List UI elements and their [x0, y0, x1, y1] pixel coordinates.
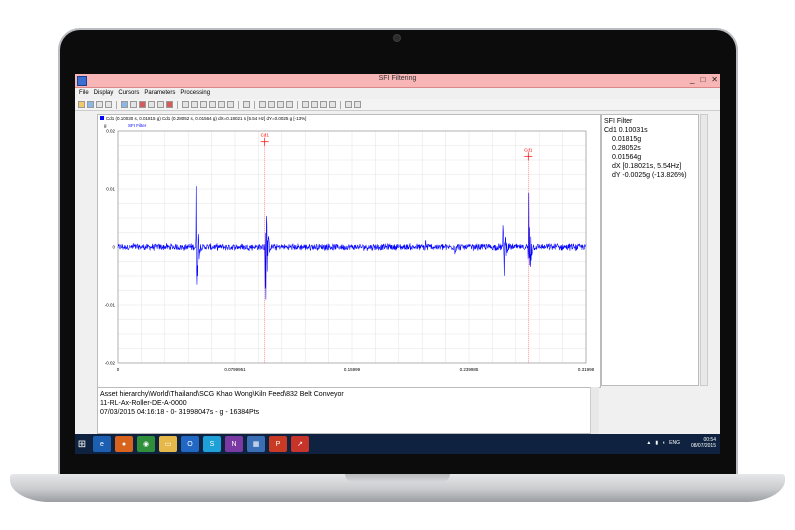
language-indicator[interactable]: ENG	[669, 440, 680, 446]
window-title: SFI Filtering	[378, 75, 417, 82]
x-tick-label: 0.31998	[578, 367, 595, 372]
scale-icon[interactable]	[259, 101, 266, 108]
trend-icon[interactable]	[329, 101, 336, 108]
x-tick-label: 0	[117, 367, 120, 372]
clock[interactable]: 00:54 08/07/2015	[691, 437, 716, 449]
cursor-label: Cd1	[524, 147, 533, 152]
cursor-icon[interactable]	[121, 101, 128, 108]
windows-start-icon[interactable]: ⊞	[75, 434, 89, 454]
minimize-button[interactable]: _	[690, 75, 694, 84]
clock-date: 08/07/2015	[690, 443, 716, 449]
skype-icon[interactable]: S	[203, 436, 221, 452]
screen: SFI Filtering _ □ ✕ File Display Cursors…	[75, 74, 720, 454]
scale-lin-icon[interactable]	[277, 101, 284, 108]
measurement-info: 07/03/2015 04:16:18 - 0- 31998047s - g -…	[100, 409, 260, 416]
explorer-icon[interactable]: ▭	[159, 436, 177, 452]
cursor-label: Cd1	[261, 133, 270, 138]
scale-log-icon[interactable]	[268, 101, 275, 108]
cursor-info-panel: SFI Filter Cd1 0.10031s 0.01815g 0.28052…	[601, 114, 699, 386]
delete-cursor-icon[interactable]	[139, 101, 146, 108]
overlay-icon[interactable]	[302, 101, 309, 108]
menu-cursors[interactable]: Cursors	[118, 90, 139, 96]
menu-bar: File Display Cursors Parameters Processi…	[75, 88, 720, 98]
autoscale-icon[interactable]	[218, 101, 225, 108]
taskbar: ⊞ e ● ◉ ▭ O S N ▦ P ↗ ▲ ▮ ◖ ENG 00:54 08…	[75, 434, 720, 454]
side-title: SFI Filter	[604, 118, 633, 125]
grid-icon[interactable]	[227, 101, 234, 108]
save-icon[interactable]	[87, 101, 94, 108]
app-grid-icon[interactable]: ▦	[247, 436, 265, 452]
units-icon[interactable]	[286, 101, 293, 108]
info-scrollbar[interactable]	[590, 387, 599, 434]
print-icon[interactable]	[96, 101, 103, 108]
series-color-swatch	[100, 116, 104, 120]
menu-file[interactable]: File	[79, 90, 89, 96]
laptop-notch	[345, 474, 450, 482]
plot-panel: 0.02 0.01 0 -0.01 -0.02 0 0.0799951 0.15999 0.23…	[97, 114, 601, 388]
side-value-1: 0.01815g	[612, 136, 642, 143]
asset-point: 11-RL-Ax-Roller-DE-A-0000	[100, 400, 187, 407]
cursor-readout: Cd1 (0.10030 s, 0.01815 g) Cd1 (0.28052 …	[100, 116, 306, 121]
side-value-2: 0.28052s	[612, 145, 641, 152]
settings-icon[interactable]	[354, 101, 361, 108]
analysis-app-icon[interactable]: ↗	[291, 436, 309, 452]
side-dy: dY -0.0025g (-13.826%)	[612, 172, 687, 179]
tray-arrow-icon[interactable]: ▲	[646, 440, 651, 446]
powerpoint-icon[interactable]: P	[269, 436, 287, 452]
y-tick-label: 0.01	[106, 187, 115, 192]
zoom-in-icon[interactable]	[182, 101, 189, 108]
sideband-icon[interactable]	[157, 101, 164, 108]
camera-icon	[393, 34, 401, 42]
menu-parameters[interactable]: Parameters	[144, 90, 175, 96]
waveform-chart[interactable]: 0.020.010-0.01-0.020 0.0799951 0.15999 0.23…	[98, 115, 600, 387]
onenote-icon[interactable]: N	[225, 436, 243, 452]
copy-icon[interactable]	[105, 101, 112, 108]
zoom-x-icon[interactable]	[200, 101, 207, 108]
close-button[interactable]: ✕	[711, 75, 718, 84]
y-tick-label: -0.02	[105, 361, 116, 366]
y-unit-label: g	[104, 123, 107, 128]
network-icon[interactable]: ▮	[655, 440, 658, 446]
y-tick-label: -0.01	[105, 303, 116, 308]
waterfall-icon[interactable]	[320, 101, 327, 108]
open-icon[interactable]	[78, 101, 85, 108]
cursor-move-icon[interactable]	[130, 101, 137, 108]
x-tick-label: 0.239985	[460, 367, 479, 372]
y-tick-label: 0	[112, 245, 115, 250]
filter-icon[interactable]	[345, 101, 352, 108]
side-scrollbar[interactable]	[700, 114, 708, 386]
asset-info-panel: Asset hierarchy\World\Thailand\SCG Khao …	[97, 387, 599, 434]
y-tick-label: 0.02	[106, 129, 115, 134]
marker-icon[interactable]	[243, 101, 250, 108]
menu-processing[interactable]: Processing	[180, 90, 210, 96]
title-bar: SFI Filtering _ □ ✕	[75, 74, 720, 88]
firefox-icon[interactable]: ●	[115, 436, 133, 452]
toolbar	[75, 99, 720, 111]
chrome-icon[interactable]: ◉	[137, 436, 155, 452]
asset-path: Asset hierarchy\World\Thailand\SCG Khao …	[100, 391, 344, 398]
ie-icon[interactable]: e	[93, 436, 111, 452]
volume-icon[interactable]: ◖	[662, 440, 665, 446]
menu-display[interactable]: Display	[94, 90, 114, 96]
side-cd1: Cd1 0.10031s	[604, 127, 648, 134]
cursor-readout-text: Cd1 (0.10030 s, 0.01815 g) Cd1 (0.28052 …	[106, 116, 307, 121]
legend-series: SFI Filter	[128, 123, 147, 128]
cascade-icon[interactable]	[311, 101, 318, 108]
side-dx: dX [0.18021s, 5.54Hz]	[612, 163, 682, 170]
zoom-y-icon[interactable]	[209, 101, 216, 108]
x-tick-label: 0.15999	[344, 367, 361, 372]
clear-icon[interactable]	[166, 101, 173, 108]
harmonic-icon[interactable]	[148, 101, 155, 108]
side-value-3: 0.01564g	[612, 154, 642, 161]
zoom-out-icon[interactable]	[191, 101, 198, 108]
maximize-button[interactable]: □	[700, 75, 705, 84]
outlook-icon[interactable]: O	[181, 436, 199, 452]
x-tick-label: 0.0799951	[224, 367, 246, 372]
